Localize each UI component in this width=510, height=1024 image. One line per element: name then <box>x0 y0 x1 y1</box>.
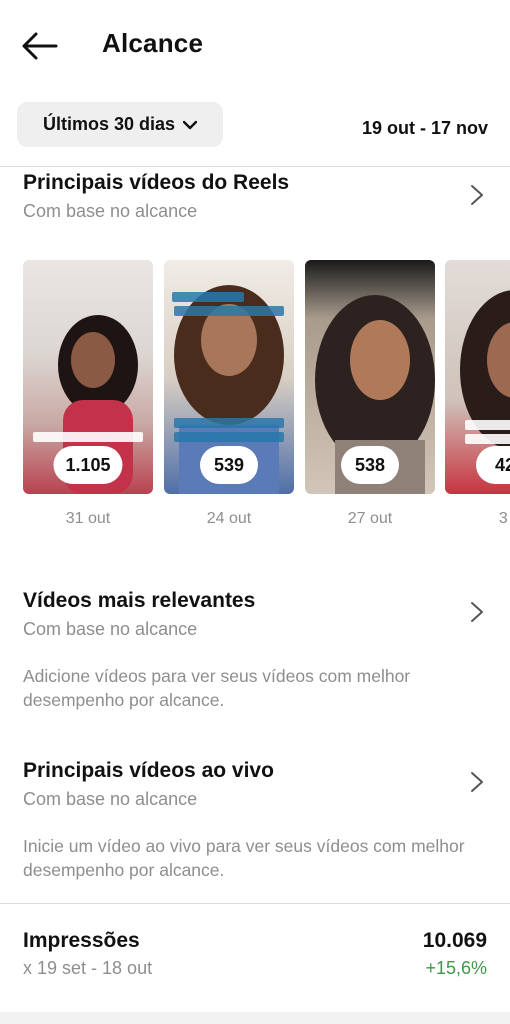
reel-date: 27 out <box>347 510 393 527</box>
divider <box>0 166 510 167</box>
impressions-label: Impressões <box>23 929 140 952</box>
reel-reach-badge: 538 <box>341 446 399 484</box>
relevant-section-description: Adicione vídeos para ver seus vídeos com… <box>23 666 411 710</box>
reel-thumbnail[interactable]: 539 <box>164 260 294 494</box>
caption-overlay <box>465 434 510 444</box>
date-range-dropdown[interactable]: Últimos 30 dias <box>17 102 223 147</box>
impressions-value: 10.069 <box>422 929 487 952</box>
caption-overlay <box>174 306 284 316</box>
reel-reach-badge: 42 <box>476 446 510 484</box>
page-title: Alcance <box>102 28 204 58</box>
reel-date: 31 out <box>65 510 111 527</box>
divider <box>0 903 510 904</box>
date-range-dropdown-label: Últimos 30 dias <box>42 114 176 134</box>
caption-overlay <box>174 418 284 428</box>
impressions-change: +15,6% <box>425 958 487 978</box>
relevant-section-subtitle: Com base no alcance <box>23 619 198 639</box>
live-section-subtitle: Com base no alcance <box>23 789 198 809</box>
chevron-down-icon <box>183 120 198 129</box>
top-bar: Alcance <box>0 0 510 90</box>
date-range-text: 19 out - 17 nov <box>361 118 488 138</box>
live-section-title[interactable]: Principais vídeos ao vivo <box>23 759 274 783</box>
reel-thumbnail[interactable]: 42 <box>445 260 510 494</box>
reels-section-subtitle: Com base no alcance <box>23 201 198 221</box>
chevron-right-icon[interactable] <box>470 601 484 623</box>
reels-carousel[interactable]: 1.105 31 out 539 24 out 538 27 out 4 3 <box>0 260 510 540</box>
back-arrow-icon[interactable] <box>20 28 60 64</box>
chevron-right-icon[interactable] <box>470 771 484 793</box>
reel-date: 24 out <box>206 510 252 527</box>
caption-overlay <box>33 432 143 442</box>
chevron-right-icon[interactable] <box>470 184 484 206</box>
caption-overlay <box>174 432 284 442</box>
caption-overlay <box>172 292 244 302</box>
caption-overlay <box>465 420 510 430</box>
reel-thumbnail[interactable]: 1.105 <box>23 260 153 494</box>
bottom-bar <box>0 1012 510 1024</box>
live-section-description: Inicie um vídeo ao vivo para ver seus ví… <box>23 836 465 880</box>
impressions-period: x 19 set - 18 out <box>23 958 153 978</box>
reel-reach-badge: 1.105 <box>53 446 123 484</box>
reel-thumbnail[interactable]: 538 <box>305 260 435 494</box>
reel-date: 3 n <box>498 510 510 527</box>
reels-section-title[interactable]: Principais vídeos do Reels <box>23 171 289 195</box>
reel-reach-badge: 539 <box>200 446 258 484</box>
relevant-section-title[interactable]: Vídeos mais relevantes <box>23 589 255 613</box>
